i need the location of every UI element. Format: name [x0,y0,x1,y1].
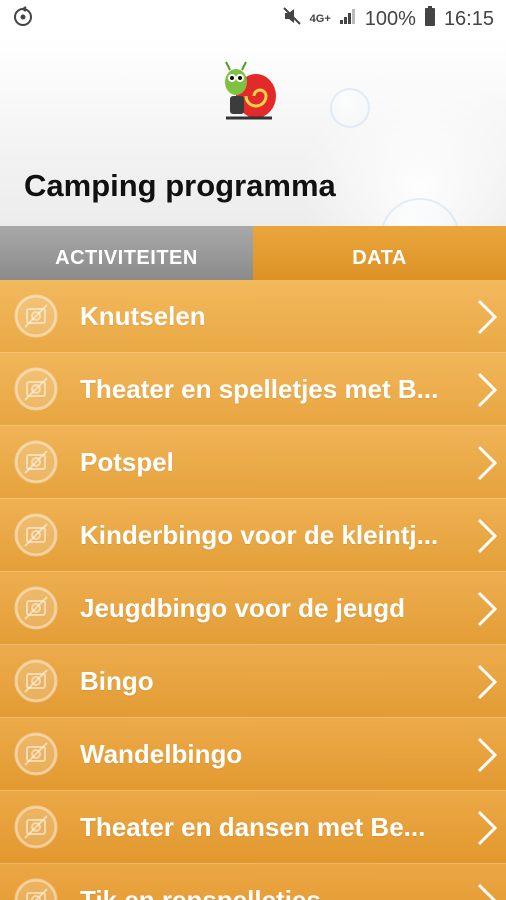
list-item-label: Wandelbingo [80,738,243,769]
list-item-label: Theater en spelletjes met B... [80,373,439,404]
no-image-icon [13,585,59,631]
chevron-right-icon [476,882,498,900]
list-item[interactable]: Theater en dansen met Be... [0,791,506,864]
signal-icon [339,7,357,31]
bubble-decoration [380,198,460,226]
chevron-right-icon [476,736,498,774]
activity-list: Knutselen Theater en spelletjes met B...… [0,280,506,900]
list-item[interactable]: Bingo [0,645,506,718]
no-image-icon [13,731,59,777]
battery-icon [424,6,436,32]
no-image-icon [13,439,59,485]
app-header: Camping programma [0,38,506,226]
list-item[interactable]: Potspel [0,426,506,499]
no-image-icon [13,293,59,339]
mute-icon [282,6,302,32]
no-image-icon [13,658,59,704]
chevron-right-icon [476,298,498,336]
chevron-right-icon [476,809,498,847]
list-item[interactable]: Wandelbingo [0,718,506,791]
tab-bar: ACTIVITEITEN DATA [0,226,506,280]
page-title: Camping programma [24,168,336,203]
list-item-label: Jeugdbingo voor de jeugd [80,592,405,623]
no-image-icon [13,512,59,558]
chevron-right-icon [476,444,498,482]
no-image-icon [13,804,59,850]
no-image-icon [13,366,59,412]
list-item-label: Bingo [80,665,154,696]
chevron-right-icon [476,663,498,701]
clock: 16:15 [443,7,494,30]
list-item-label: Tik en renspelletjes [80,884,321,900]
status-bar: 4G+ 100% 16:15 [0,0,506,38]
list-item-label: Potspel [80,446,174,477]
list-item[interactable]: Kinderbingo voor de kleintj... [0,499,506,572]
chevron-right-icon [476,517,498,555]
list-item-label: Kinderbingo voor de kleintj... [80,519,439,550]
chevron-right-icon [476,590,498,628]
list-item-label: Knutselen [80,300,206,331]
bubble-decoration [330,88,370,128]
sync-icon [12,5,34,33]
list-item[interactable]: Jeugdbingo voor de jeugd [0,572,506,645]
list-item[interactable]: Knutselen [0,280,506,353]
list-item-label: Theater en dansen met Be... [80,811,426,842]
no-image-icon [13,877,59,900]
tab-activiteiten[interactable]: ACTIVITEITEN [0,226,253,280]
list-item[interactable]: Tik en renspelletjes [0,864,506,900]
tab-data[interactable]: DATA [253,226,506,280]
battery-percent: 100% [364,7,416,30]
list-item[interactable]: Theater en spelletjes met B... [0,353,506,426]
snail-logo [222,60,280,124]
chevron-right-icon [476,371,498,409]
network-type-label: 4G+ [309,13,331,25]
